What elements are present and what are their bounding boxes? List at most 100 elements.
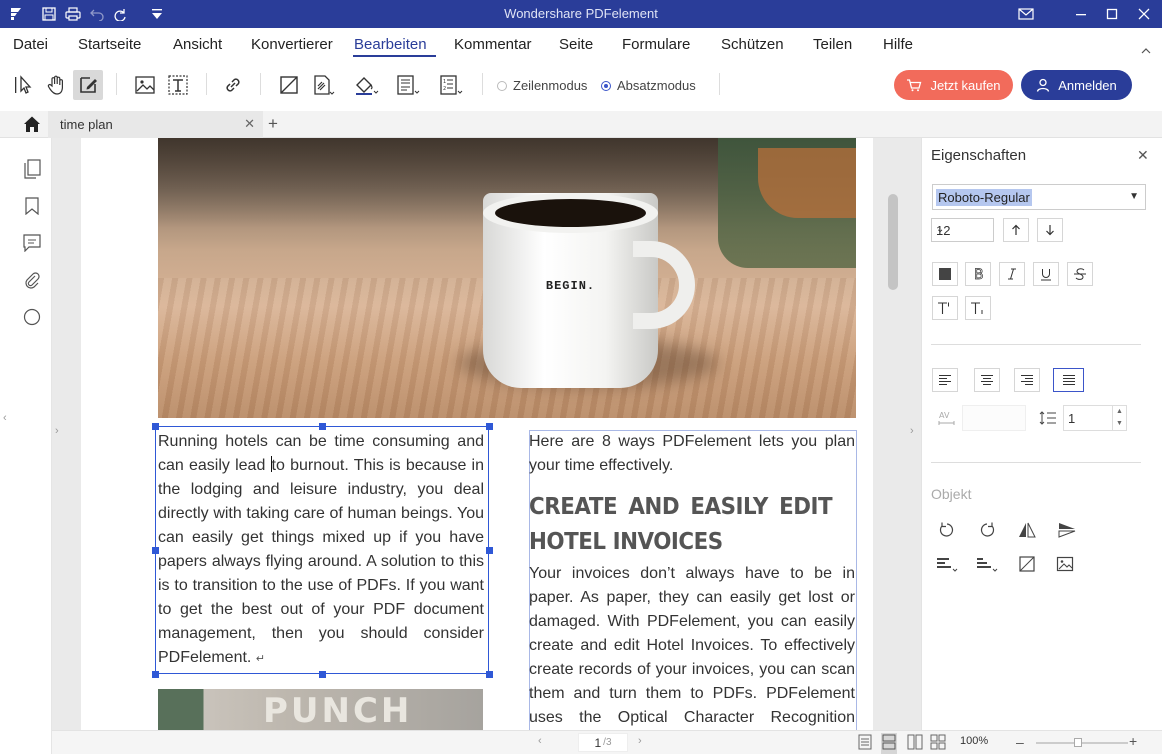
add-image-icon[interactable] (130, 70, 160, 100)
mail-icon[interactable] (1017, 5, 1035, 23)
paragraph-mode-option[interactable]: Absatzmodus (601, 78, 696, 93)
increase-font-size-button[interactable] (1003, 218, 1029, 242)
menu-bearbeiten[interactable]: Bearbeiten (354, 36, 427, 53)
line-mode-radio[interactable] (497, 80, 507, 91)
resize-handle[interactable] (319, 671, 326, 678)
zoom-in-icon[interactable]: + (1129, 733, 1137, 749)
next-page-icon[interactable]: › (638, 735, 642, 747)
watermark-icon[interactable] (308, 70, 338, 100)
coffee-mug-photo[interactable]: BEGIN. (158, 138, 856, 418)
redo-icon[interactable] (111, 5, 129, 23)
font-family-select[interactable]: Roboto-Regular ▼ (932, 184, 1146, 210)
resize-handle[interactable] (152, 671, 159, 678)
section-heading[interactable]: CREATE AND EASILY EDIT HOTEL INVOICES (529, 490, 833, 560)
document-viewport[interactable]: › BEGIN. Running hotels can be time cons… (52, 138, 921, 730)
line-mode-option[interactable]: Zeilenmodus (497, 78, 587, 93)
justify-button[interactable] (1053, 368, 1084, 392)
align-left-button[interactable] (932, 368, 958, 392)
bookmark-icon[interactable] (22, 196, 42, 216)
background-fill-icon[interactable] (351, 70, 381, 100)
character-spacing-field[interactable] (962, 405, 1026, 431)
font-size-select[interactable]: 12 ⌄ (931, 218, 994, 242)
italic-button[interactable] (999, 262, 1025, 286)
strikethrough-button[interactable] (1067, 262, 1093, 286)
subscript-button[interactable] (965, 296, 991, 320)
buy-now-button[interactable]: Jetzt kaufen (894, 70, 1013, 100)
underline-button[interactable] (1033, 262, 1059, 286)
comments-icon[interactable] (22, 233, 42, 253)
zoom-slider[interactable] (1036, 742, 1128, 744)
search-icon[interactable] (22, 307, 42, 327)
resize-handle[interactable] (486, 547, 493, 554)
two-page-view-icon[interactable] (907, 734, 923, 753)
font-color-button[interactable] (932, 262, 958, 286)
punch-photo[interactable]: PUNCH (158, 689, 483, 730)
menu-hilfe[interactable]: Hilfe (883, 36, 913, 53)
bates-number-icon[interactable]: 12 (436, 70, 466, 100)
menu-seite[interactable]: Seite (559, 36, 593, 53)
page-number-field[interactable]: 1 /3 (578, 733, 628, 752)
resize-handle[interactable] (319, 423, 326, 430)
menu-teilen[interactable]: Teilen (813, 36, 852, 53)
paragraph-mode-radio[interactable] (601, 80, 611, 91)
thumbnails-icon[interactable] (22, 159, 42, 179)
two-page-continuous-icon[interactable] (930, 734, 946, 753)
left-paragraph[interactable]: Running hotels can be time consuming and… (158, 430, 484, 671)
resize-handle[interactable] (486, 423, 493, 430)
menu-datei[interactable]: Datei (13, 36, 48, 53)
attachment-icon[interactable] (22, 270, 42, 290)
close-tab-icon[interactable]: ✕ (244, 116, 255, 132)
resize-handle[interactable] (152, 423, 159, 430)
menu-konvertierer[interactable]: Konvertierer (251, 36, 335, 53)
save-icon[interactable] (40, 5, 58, 23)
close-panel-icon[interactable]: ✕ (1137, 147, 1149, 164)
collapse-ribbon-icon[interactable] (1141, 42, 1151, 57)
expand-right-panel-icon[interactable]: › (910, 425, 914, 437)
zoom-out-icon[interactable]: – (1016, 734, 1024, 750)
print-icon[interactable] (64, 5, 82, 23)
tab-time-plan[interactable]: time plan ✕ (48, 111, 263, 138)
quick-access-dropdown-icon[interactable] (148, 5, 166, 23)
menu-kommentar[interactable]: Kommentar (454, 36, 532, 53)
zoom-level[interactable]: 100% (960, 735, 988, 747)
new-tab-icon[interactable]: + (268, 114, 278, 134)
select-tool-icon[interactable] (9, 70, 39, 100)
spinner-arrows[interactable]: ▲ ▼ (1112, 406, 1126, 430)
rotate-right-icon[interactable] (974, 518, 1000, 542)
right-paragraph[interactable]: Your invoices don’t always have to be in… (529, 562, 855, 730)
align-right-button[interactable] (1014, 368, 1040, 392)
continuous-view-icon[interactable] (881, 733, 897, 754)
header-footer-icon[interactable] (393, 70, 423, 100)
crop-icon[interactable] (274, 70, 304, 100)
edit-text-tool-icon[interactable] (73, 70, 103, 100)
previous-page-icon[interactable]: ‹ (538, 735, 542, 747)
link-icon[interactable] (218, 70, 248, 100)
flip-horizontal-icon[interactable] (1014, 518, 1040, 542)
maximize-icon[interactable] (1103, 5, 1121, 23)
align-center-button[interactable] (974, 368, 1000, 392)
flip-vertical-icon[interactable] (1054, 518, 1080, 542)
vertical-scrollbar[interactable] (888, 194, 898, 290)
home-icon[interactable] (23, 115, 41, 136)
bold-button[interactable]: B (965, 262, 991, 286)
undo-icon[interactable] (88, 5, 106, 23)
menu-startseite[interactable]: Startseite (78, 36, 141, 53)
rotate-left-icon[interactable] (934, 518, 960, 542)
decrease-font-size-button[interactable] (1037, 218, 1063, 242)
close-window-icon[interactable] (1135, 5, 1153, 23)
login-button[interactable]: Anmelden (1021, 70, 1132, 100)
menu-formulare[interactable]: Formulare (622, 36, 690, 53)
resize-handle[interactable] (486, 671, 493, 678)
line-spacing-field[interactable]: 1 ▲ ▼ (1063, 405, 1127, 431)
add-text-box-icon[interactable] (163, 70, 193, 100)
minimize-icon[interactable] (1072, 5, 1090, 23)
right-intro-paragraph[interactable]: Here are 8 ways PDFelement lets you plan… (529, 430, 855, 478)
expand-left-panel-icon[interactable]: › (55, 425, 59, 437)
superscript-button[interactable] (932, 296, 958, 320)
replace-image-icon[interactable] (1052, 552, 1078, 576)
single-page-view-icon[interactable] (858, 734, 872, 753)
distribute-objects-icon[interactable] (974, 552, 1000, 576)
align-objects-icon[interactable] (934, 552, 960, 576)
zoom-slider-thumb[interactable] (1074, 738, 1082, 747)
menu-schuetzen[interactable]: Schützen (721, 36, 784, 53)
